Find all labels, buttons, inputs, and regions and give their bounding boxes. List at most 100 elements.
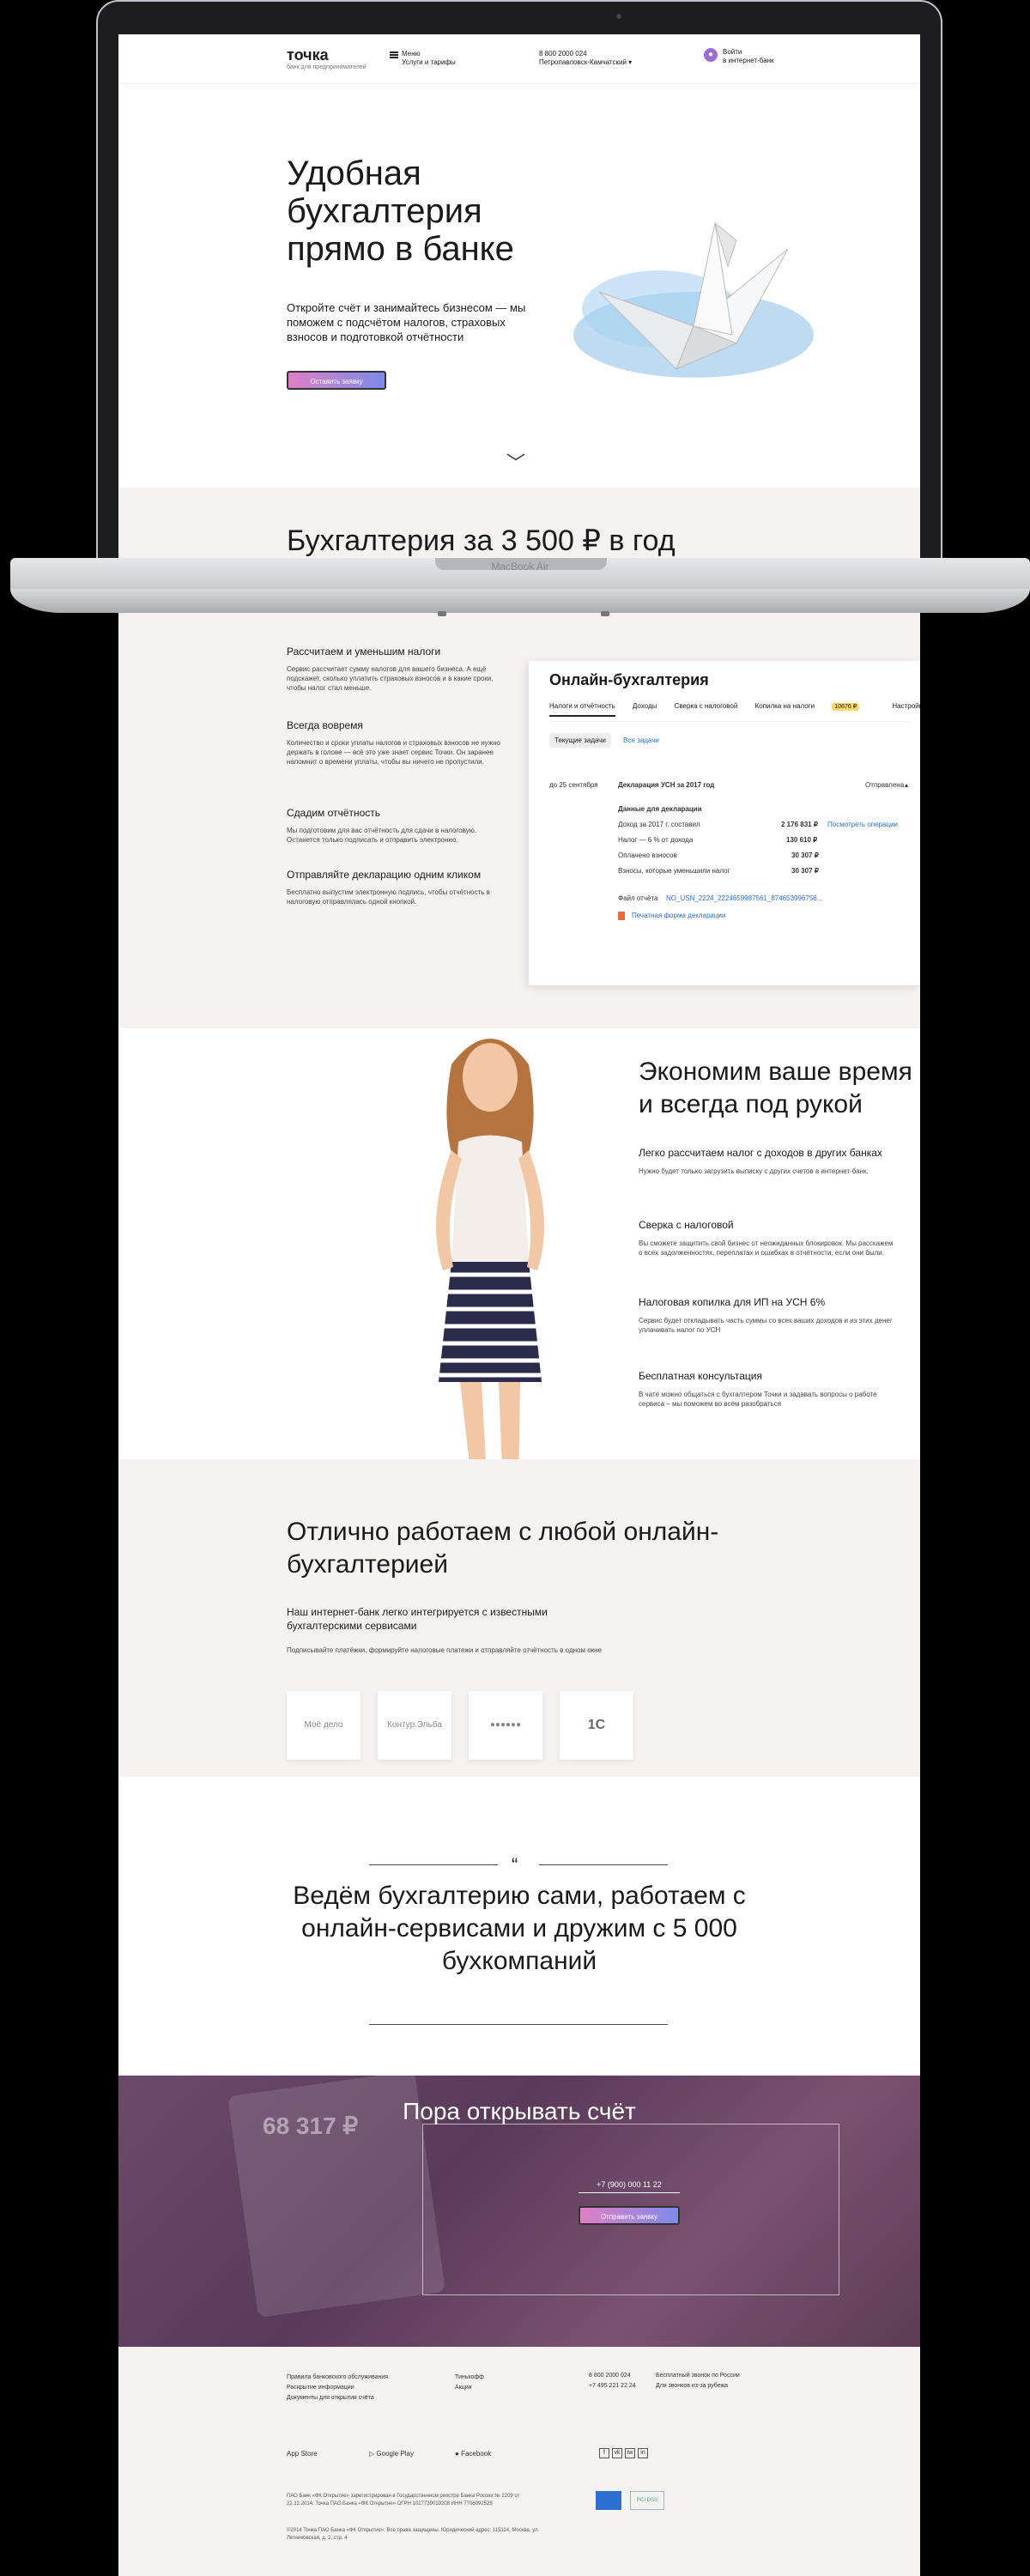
chevron-down-icon: ▾ (628, 58, 633, 66)
social-links: f vk tw in (599, 2448, 651, 2458)
scroll-down-icon[interactable]: ﹀ (506, 448, 525, 476)
site-header: точка банк для предпринимателей Меню Усл… (118, 34, 920, 84)
city-name: Петропавловск-Камчатский (539, 58, 627, 66)
laptop-screen: точка банк для предпринимателей Меню Усл… (118, 34, 920, 567)
instagram-icon[interactable]: in (638, 2448, 648, 2458)
app-store-link[interactable]: App Store (287, 2450, 318, 2458)
accounting-title: Бухгалтерия за 3 500 ₽ в год (287, 524, 676, 557)
leave-request-button[interactable]: Оставить заявку (287, 371, 386, 390)
feature-title: Рассчитаем и уменьшим налоги (287, 646, 441, 658)
feature-ontime: Всегда вовремя Количество и сроки уплаты… (287, 719, 510, 767)
footer-phone[interactable]: +7 495 221 22 24 (589, 2381, 636, 2391)
menu-title: Меню (402, 50, 421, 58)
feature-text: Мы подготовим для вас отчётность для сда… (287, 827, 476, 844)
row-value: 30 307 ₽ (791, 867, 819, 875)
laptop-foot (601, 611, 609, 616)
tab-piggybank[interactable]: Копилка на налоги 10676 ₽ (754, 702, 876, 711)
partner-moe-delo[interactable]: Моё дело (287, 1691, 360, 1760)
savings-item: Легко рассчитаем налог с доходов в други… (639, 1147, 896, 1176)
city-select[interactable]: Петропавловск-Камчатский ▾ (539, 58, 632, 67)
savings-item-text: Сервис будет откладывать часть суммы со … (639, 1317, 893, 1334)
row-label: Взносы, которые уменьшили налог (618, 867, 730, 875)
divider (549, 721, 910, 722)
base-bottom (10, 589, 1030, 613)
vk-icon[interactable]: vk (612, 2448, 622, 2458)
integration-subtitle: Наш интернет-банк легко интегрируется с … (287, 1606, 548, 1632)
tab-reconciliation[interactable]: Сверка с налоговой (675, 702, 738, 710)
quote-divider (369, 2024, 668, 2025)
messenger-icon: ● (455, 2450, 459, 2458)
cta-phone-input[interactable]: +7 (900) 000 11 22 (579, 2180, 680, 2193)
row-value: 2 176 831 ₽ (781, 821, 818, 828)
logo[interactable]: точка банк для предпринимателей (287, 46, 367, 70)
hamburger-icon (390, 52, 398, 58)
login-link[interactable]: ● Войти в интернет-банк (704, 48, 774, 65)
quote-divider (539, 1864, 668, 1865)
hero-title: Удобная бухгалтерия прямо в банке (287, 155, 514, 268)
row-label: Налог — 6 % от дохода (618, 836, 694, 844)
logo-subtitle: банк для предпринимателей (287, 64, 367, 70)
footer-phone-note: Для звонков из-за рубежа (656, 2383, 729, 2389)
login-subtitle: в интернет-банк (723, 57, 774, 64)
feature-reports: Сдадим отчётность Мы подготовим для вас … (287, 807, 510, 845)
facebook-link[interactable]: ● Facebook (455, 2450, 491, 2458)
facebook-label: Facebook (461, 2450, 492, 2458)
paper-crane-illustration (573, 221, 814, 378)
cta-title: Пора открывать счёт (403, 2098, 636, 2124)
data-header: Данные для декларации (618, 805, 702, 813)
chevron-up-icon: ▴ (905, 781, 909, 789)
footer-link[interactable]: Акции (455, 2383, 484, 2393)
google-play-link[interactable]: ▷ Google Play (369, 2450, 414, 2458)
tab-settings[interactable]: Настройки (892, 702, 920, 710)
savings-title: Экономим ваше время и всегда под рукой (639, 1058, 912, 1118)
tablet-balance: 68 317 ₽ (263, 2112, 359, 2139)
cta-submit-button[interactable]: Отправить заявку (579, 2206, 680, 2225)
laptop-base: MacBook Air (10, 558, 1030, 630)
online-accounting-card: Онлайн-бухгалтерия Налоги и отчётность Д… (529, 661, 920, 985)
task-name: Декларация УСН за 2017 год (618, 781, 715, 789)
footer-col-links-2: Тинькофф Акции (455, 2373, 484, 2393)
feature-text: Сервис рассчитает сумму налогов для ваше… (287, 665, 494, 692)
header-phone[interactable]: 8 800 2000 024 Петропавловск-Камчатский … (539, 50, 632, 67)
camera-icon (616, 14, 621, 19)
file-link[interactable]: NO_USN_2224_2224659987561_874653996756..… (666, 894, 822, 902)
subtab-all[interactable]: Все задачи (623, 736, 659, 744)
partner-kontur[interactable]: Контур.Эльба (378, 1691, 451, 1760)
footer-link[interactable]: Документы для открытия счёта (287, 2393, 388, 2403)
savings-item-title: Бесплатная консультация (639, 1370, 762, 1382)
footer-phones: 8 800 2000 024 +7 495 221 22 24 (589, 2371, 636, 2391)
laptop-foot (438, 611, 446, 616)
card-tabs: Налоги и отчётность Доходы Сверка с нало… (549, 702, 920, 717)
feature-declaration: Отправляйте декларацию одним кликом Бесп… (287, 869, 510, 906)
footer-link[interactable]: Тинькофф (455, 2373, 484, 2383)
footer-phone[interactable]: 8 800 2000 024 (589, 2371, 636, 2381)
tab-income[interactable]: Доходы (633, 702, 657, 710)
quote-text: Ведём бухгалтерию сами, работаем с онлай… (293, 1882, 746, 1975)
partner-1c[interactable]: 1С (560, 1691, 633, 1760)
savings-item: Налоговая копилка для ИП на УСН 6% Серви… (639, 1296, 896, 1335)
print-form-link[interactable]: Печатная форма декларации (632, 912, 725, 919)
menu-subtitle: Услуги и тарифы (402, 58, 456, 66)
woman-photo (436, 1039, 544, 1494)
savings-item-text: Нужно будет только загрузить выписку с д… (639, 1167, 869, 1175)
integration-note: Подписывайте платёжки, формируйте налого… (287, 1646, 603, 1654)
footer: Правила банковского обслуживания Раскрыт… (118, 2347, 920, 2576)
subtab-current[interactable]: Текущие задачи (549, 733, 611, 748)
footer-col-links: Правила банковского обслуживания Раскрыт… (287, 2373, 388, 2403)
facebook-icon[interactable]: f (599, 2448, 609, 2458)
google-play-label: Google Play (376, 2450, 414, 2458)
user-icon: ● (704, 48, 718, 62)
feature-title: Отправляйте декларацию одним кликом (287, 869, 482, 881)
tab-badge: 10676 ₽ (832, 703, 860, 711)
savings-item-text: В чате можно общаться с бухгалтером Точк… (639, 1391, 877, 1408)
twitter-icon[interactable]: tw (625, 2448, 635, 2458)
operations-link[interactable]: Посмотреть операции (827, 821, 898, 828)
tab-taxes[interactable]: Налоги и отчётность (549, 702, 615, 717)
partner-dots[interactable]: ●●●●●● (469, 1691, 542, 1760)
menu-button[interactable]: Меню Услуги и тарифы (390, 50, 456, 67)
feature-title: Сдадим отчётность (287, 807, 381, 819)
footer-link[interactable]: Правила банковского обслуживания (287, 2373, 388, 2383)
tab-piggybank-label: Копилка на налоги (754, 702, 815, 710)
footer-link[interactable]: Раскрытие информации (287, 2383, 388, 2393)
footer-phone-note: Бесплатный звонок по России (656, 2373, 740, 2379)
